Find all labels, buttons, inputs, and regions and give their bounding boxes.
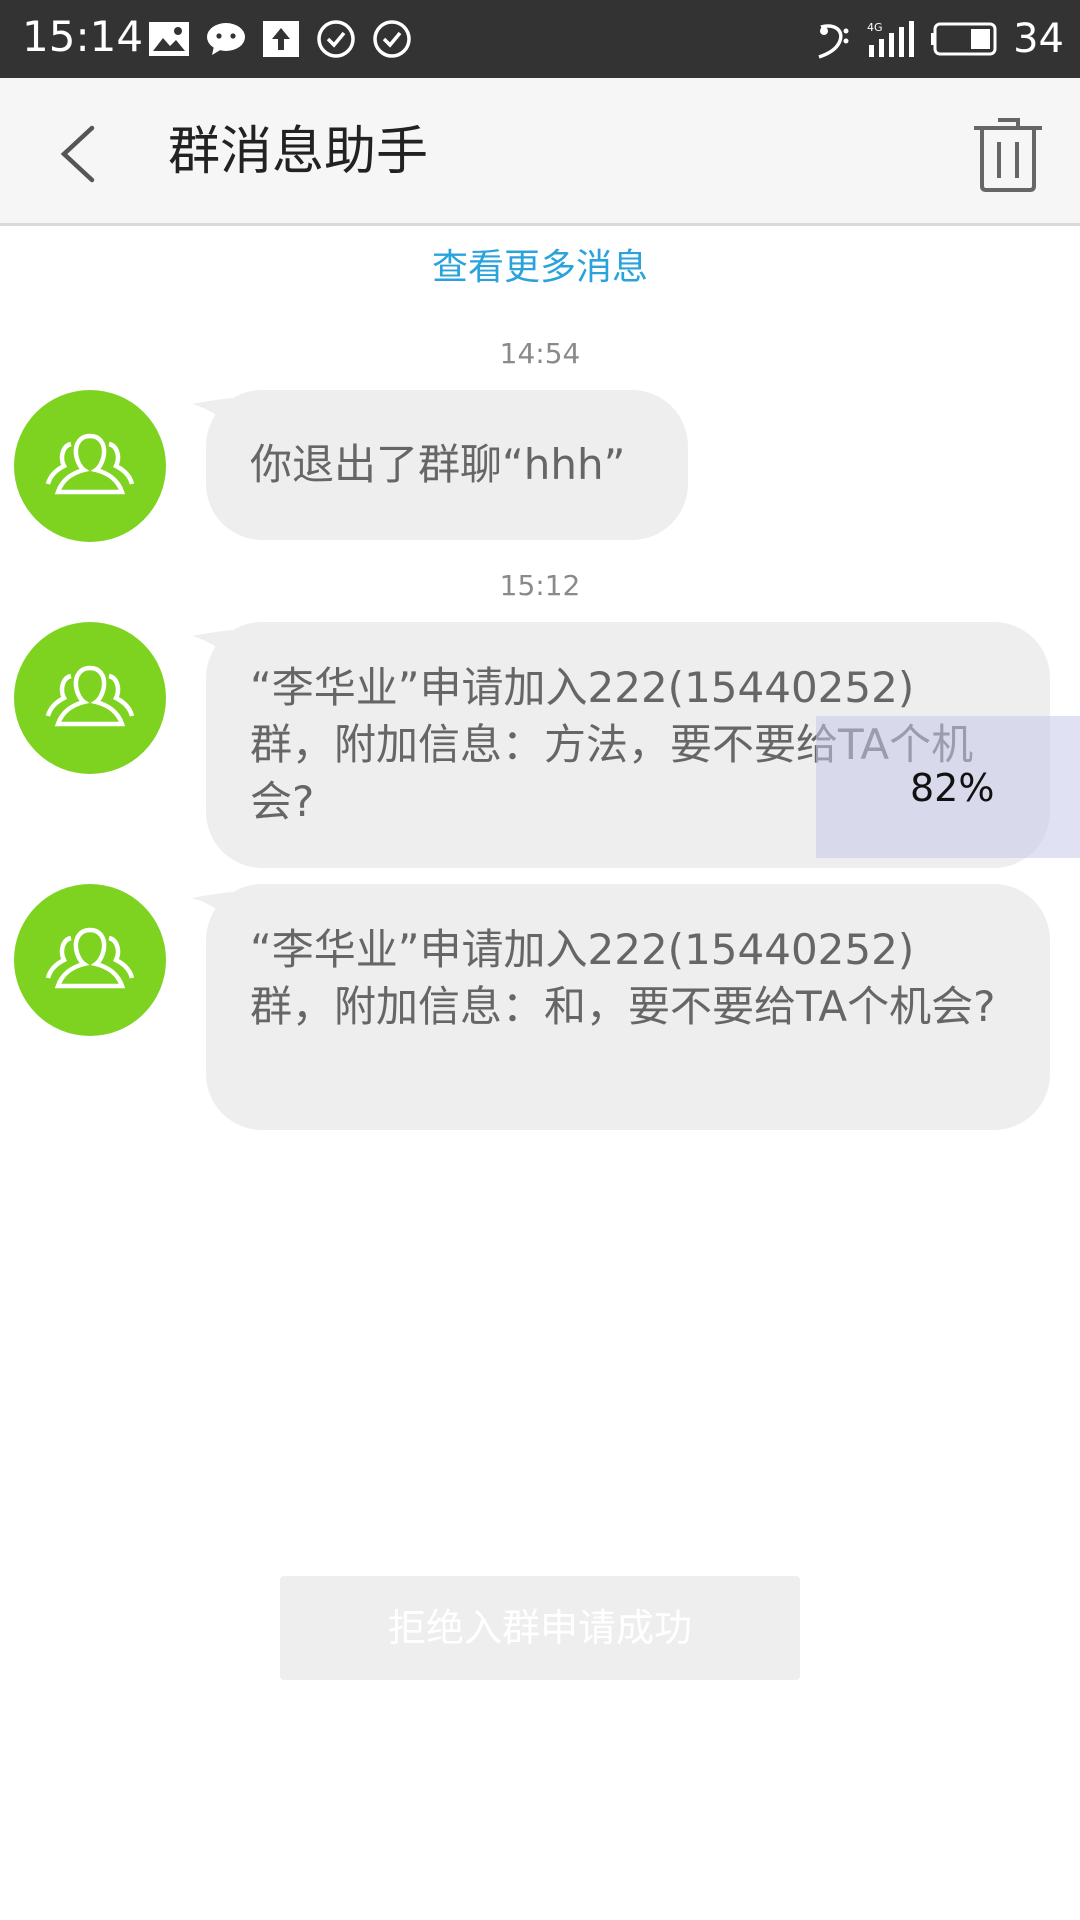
message-timestamp: 15:12 xyxy=(499,569,581,602)
header-bar: 群消息助手 xyxy=(0,78,1080,226)
avatar[interactable] xyxy=(14,622,166,774)
load-more-messages-link[interactable]: 查看更多消息 xyxy=(0,244,1080,292)
toast-message: 拒绝入群申请成功 xyxy=(280,1576,800,1680)
chat-icon xyxy=(207,23,245,55)
group-users-icon xyxy=(45,927,135,989)
image-icon xyxy=(149,22,189,56)
battery-icon xyxy=(931,22,997,56)
message-text: “李华业”申请加入222(15440252)群，附加信息：和，要不要给TA个机会… xyxy=(250,925,996,1031)
4g-signal-icon: 4G xyxy=(867,21,915,57)
message-text: 你退出了群聊“hhh” xyxy=(250,440,626,489)
status-bar: 15:14 4G 34 xyxy=(0,0,1080,78)
group-users-icon xyxy=(45,433,135,495)
check-circle-icon xyxy=(317,20,355,58)
back-arrow-icon[interactable] xyxy=(50,118,110,190)
system-icons: 4G 34 xyxy=(815,14,1064,64)
notification-icons xyxy=(148,16,412,62)
avatar[interactable] xyxy=(14,390,166,542)
upload-icon xyxy=(263,21,299,57)
overlay-percentage: 82% xyxy=(910,766,995,810)
page-title: 群消息助手 xyxy=(168,122,429,182)
trash-icon[interactable] xyxy=(970,114,1046,194)
status-time: 15:14 xyxy=(22,12,144,61)
svg-text:4G: 4G xyxy=(867,21,883,34)
bubble-tail xyxy=(192,630,232,664)
bubble-tail xyxy=(192,892,232,926)
message-bubble[interactable]: 你退出了群聊“hhh” xyxy=(192,390,688,540)
avatar[interactable] xyxy=(14,884,166,1036)
music-clef-icon xyxy=(818,24,849,59)
message-bubble[interactable]: “李华业”申请加入222(15440252)群，附加信息：和，要不要给TA个机会… xyxy=(192,884,1050,1130)
message-timestamp: 14:54 xyxy=(499,337,581,370)
bubble-tail xyxy=(192,398,232,432)
battery-level: 34 xyxy=(1013,16,1064,62)
check-circle-icon xyxy=(373,20,411,58)
group-users-icon xyxy=(45,665,135,727)
